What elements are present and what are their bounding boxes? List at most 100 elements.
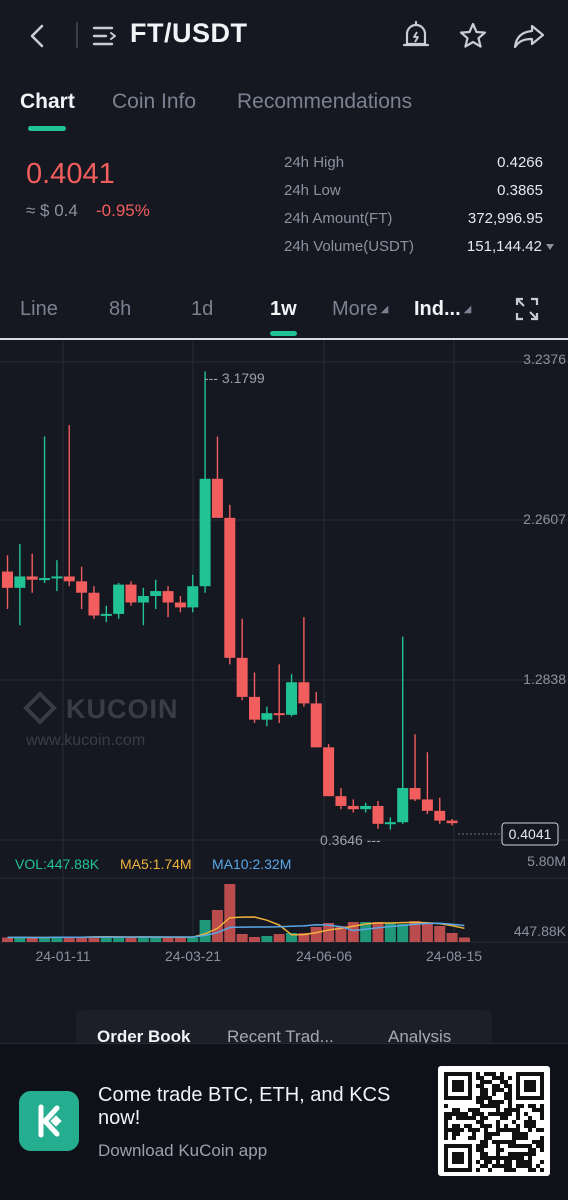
volume-bar xyxy=(421,924,433,942)
volume-axis-label: 447.88K xyxy=(514,923,567,939)
candlestick-chart[interactable]: KUCOIN www.kucoin.com 3.2376 2.2607 1.28… xyxy=(0,340,568,980)
qr-module xyxy=(536,1128,540,1132)
qr-module xyxy=(448,1128,452,1132)
qr-module xyxy=(528,1116,532,1120)
qr-module xyxy=(516,1156,520,1160)
qr-module xyxy=(504,1080,508,1084)
qr-module xyxy=(508,1112,512,1116)
qr-module xyxy=(476,1112,480,1116)
qr-module xyxy=(484,1136,488,1140)
qr-module xyxy=(480,1144,484,1148)
stat-label-high: 24h High xyxy=(284,154,345,171)
qr-module xyxy=(504,1140,508,1144)
qr-module xyxy=(444,1120,448,1124)
qr-module xyxy=(504,1112,508,1116)
qr-module xyxy=(516,1152,520,1156)
qr-module xyxy=(500,1080,504,1084)
share-icon[interactable] xyxy=(512,22,546,50)
qr-module xyxy=(516,1144,520,1148)
candle xyxy=(211,436,223,518)
candle xyxy=(14,543,26,626)
tab-chart[interactable]: Chart xyxy=(20,90,75,114)
kucoin-watermark: KUCOIN www.kucoin.com xyxy=(23,691,178,749)
qr-module xyxy=(476,1072,480,1076)
stat-value-high: 0.4266 xyxy=(497,154,543,171)
min-price-label: 0.3646 xyxy=(320,832,363,848)
interval-1d[interactable]: 1d xyxy=(191,298,213,321)
qr-module xyxy=(520,1152,524,1156)
qr-module xyxy=(480,1124,484,1128)
ma10-line xyxy=(7,922,465,939)
qr-module xyxy=(480,1096,484,1100)
back-icon[interactable] xyxy=(26,22,50,50)
qr-module xyxy=(484,1104,488,1108)
volume-bar xyxy=(446,933,458,942)
interval-more[interactable]: More ◢ xyxy=(332,298,388,321)
tab-coin-info[interactable]: Coin Info xyxy=(112,90,196,114)
alert-bell-icon[interactable] xyxy=(401,20,431,52)
qr-module xyxy=(488,1132,492,1136)
candle xyxy=(63,425,75,587)
candle-body xyxy=(310,703,322,748)
qr-module xyxy=(444,1124,448,1128)
fullscreen-icon[interactable] xyxy=(514,296,540,322)
qr-module xyxy=(524,1112,528,1116)
qr-module xyxy=(468,1124,472,1128)
qr-module xyxy=(492,1132,496,1136)
qr-module xyxy=(516,1160,520,1164)
banner-subtitle[interactable]: Download KuCoin app xyxy=(98,1141,267,1161)
pair-title[interactable]: FT/USDT xyxy=(130,18,248,49)
qr-module xyxy=(532,1124,536,1128)
qr-module xyxy=(452,1128,456,1132)
volume-dropdown-icon[interactable] xyxy=(545,242,555,252)
qr-module xyxy=(532,1104,536,1108)
interval-line[interactable]: Line xyxy=(20,298,58,321)
qr-module xyxy=(500,1072,504,1076)
qr-finder xyxy=(452,1080,464,1092)
qr-module xyxy=(500,1112,504,1116)
qr-module xyxy=(540,1144,544,1148)
candle-body xyxy=(421,799,433,811)
volume-bar xyxy=(434,926,446,942)
qr-module xyxy=(488,1072,492,1076)
candle xyxy=(372,801,384,829)
qr-module xyxy=(480,1084,484,1088)
qr-module xyxy=(500,1156,504,1160)
qr-module xyxy=(516,1108,520,1112)
qr-module xyxy=(504,1096,508,1100)
chart-grid xyxy=(0,340,568,943)
tab-recommendations[interactable]: Recommendations xyxy=(237,90,412,114)
qr-module xyxy=(460,1128,464,1132)
qr-module xyxy=(476,1096,480,1100)
qr-module xyxy=(520,1104,524,1108)
qr-module xyxy=(472,1116,476,1120)
qr-module xyxy=(532,1148,536,1152)
indicator-menu[interactable]: Ind... ◢ xyxy=(414,298,471,321)
qr-module xyxy=(504,1156,508,1160)
qr-module xyxy=(496,1108,500,1112)
qr-module xyxy=(528,1164,532,1168)
interval-8h[interactable]: 8h xyxy=(109,298,131,321)
menu-icon[interactable] xyxy=(92,24,120,48)
interval-1w[interactable]: 1w xyxy=(270,298,297,321)
candle xyxy=(236,618,248,701)
qr-module xyxy=(472,1108,476,1112)
candle-body xyxy=(187,586,199,608)
qr-module xyxy=(468,1116,472,1120)
qr-module xyxy=(504,1108,508,1112)
volume-bar xyxy=(310,927,322,942)
qr-finder xyxy=(452,1152,464,1164)
qr-module xyxy=(484,1152,488,1156)
star-icon[interactable] xyxy=(458,21,488,51)
qr-module xyxy=(444,1128,448,1132)
qr-module xyxy=(480,1120,484,1124)
qr-module xyxy=(520,1160,524,1164)
qr-module xyxy=(488,1124,492,1128)
candle-body xyxy=(100,613,112,616)
qr-module xyxy=(508,1140,512,1144)
candle-body xyxy=(137,595,149,603)
qr-module xyxy=(516,1136,520,1140)
qr-module xyxy=(540,1104,544,1108)
qr-module xyxy=(496,1160,500,1164)
qr-module xyxy=(444,1104,448,1108)
